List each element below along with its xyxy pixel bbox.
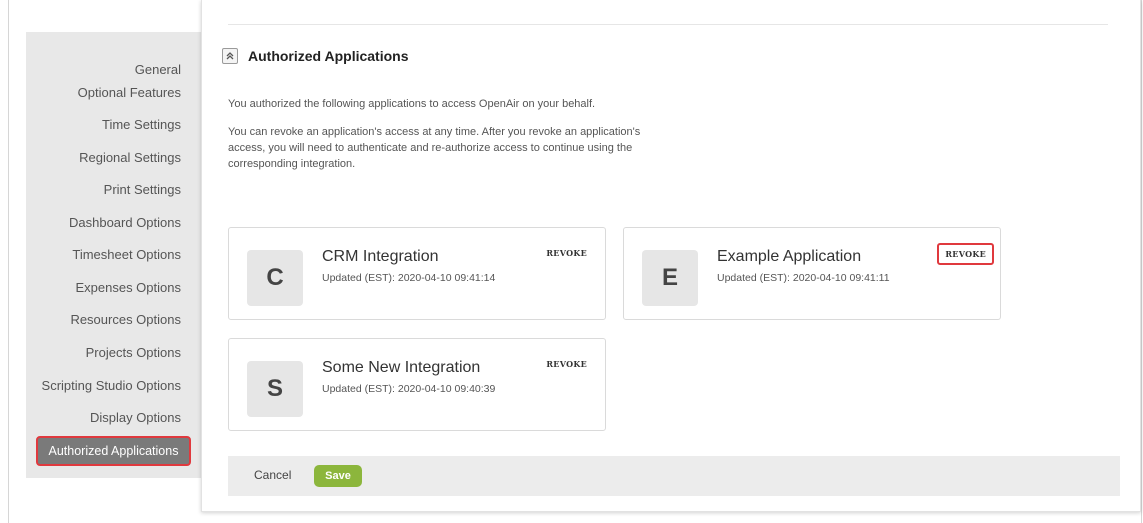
sidebar-item-optional-features[interactable]: Optional Features <box>78 81 181 105</box>
app-name: CRM Integration <box>322 248 439 265</box>
sidebar-item-expenses-options[interactable]: Expenses Options <box>75 276 181 300</box>
sidebar-item-resources-options[interactable]: Resources Options <box>70 308 181 332</box>
save-button[interactable]: Save <box>314 465 362 487</box>
sidebar-item-display-options[interactable]: Display Options <box>90 406 181 430</box>
section-header: Authorized Applications <box>222 46 408 66</box>
form-footer: Cancel Save <box>228 456 1120 496</box>
sidebar-item-timesheet-options[interactable]: Timesheet Options <box>72 243 181 267</box>
revoke-button[interactable]: REVOKE <box>546 359 587 369</box>
app-avatar: E <box>642 250 698 306</box>
app-card-example-application: E Example Application Updated (EST): 202… <box>623 227 1001 320</box>
sidebar-item-scripting-studio-options[interactable]: Scripting Studio Options <box>42 374 181 398</box>
app-avatar: C <box>247 250 303 306</box>
settings-panel: Authorized Applications You authorized t… <box>201 0 1141 512</box>
app-updated-timestamp: Updated (EST): 2020-04-10 09:41:14 <box>322 272 496 284</box>
app-avatar: S <box>247 361 303 417</box>
app-updated-timestamp: Updated (EST): 2020-04-10 09:40:39 <box>322 383 496 395</box>
sidebar-item-general[interactable]: General <box>135 58 181 82</box>
app-updated-timestamp: Updated (EST): 2020-04-10 09:41:11 <box>717 272 890 284</box>
cancel-button[interactable]: Cancel <box>254 468 291 482</box>
section-title: Authorized Applications <box>248 48 409 64</box>
revoke-description-text: You can revoke an application's access a… <box>228 126 641 170</box>
app-card-crm-integration: C CRM Integration Updated (EST): 2020-04… <box>228 227 606 320</box>
sidebar-item-authorized-applications[interactable]: Authorized Applications <box>36 436 191 466</box>
settings-sidebar: General Optional Features Time Settings … <box>26 32 201 478</box>
sidebar-item-projects-options[interactable]: Projects Options <box>86 341 181 365</box>
sidebar-item-print-settings[interactable]: Print Settings <box>104 178 181 202</box>
app-name: Example Application <box>717 248 862 265</box>
description-text: You authorized the following application… <box>228 98 596 110</box>
chevron-double-up-icon[interactable] <box>222 48 238 64</box>
sidebar-item-dashboard-options[interactable]: Dashboard Options <box>69 211 181 235</box>
app-card-some-new-integration: S Some New Integration Updated (EST): 20… <box>228 338 606 431</box>
revoke-button[interactable]: REVOKE <box>937 243 994 265</box>
sidebar-item-regional-settings[interactable]: Regional Settings <box>79 146 181 170</box>
revoke-button[interactable]: REVOKE <box>546 248 587 258</box>
app-name: Some New Integration <box>322 359 481 376</box>
sidebar-item-time-settings[interactable]: Time Settings <box>102 113 181 137</box>
divider <box>228 24 1108 25</box>
